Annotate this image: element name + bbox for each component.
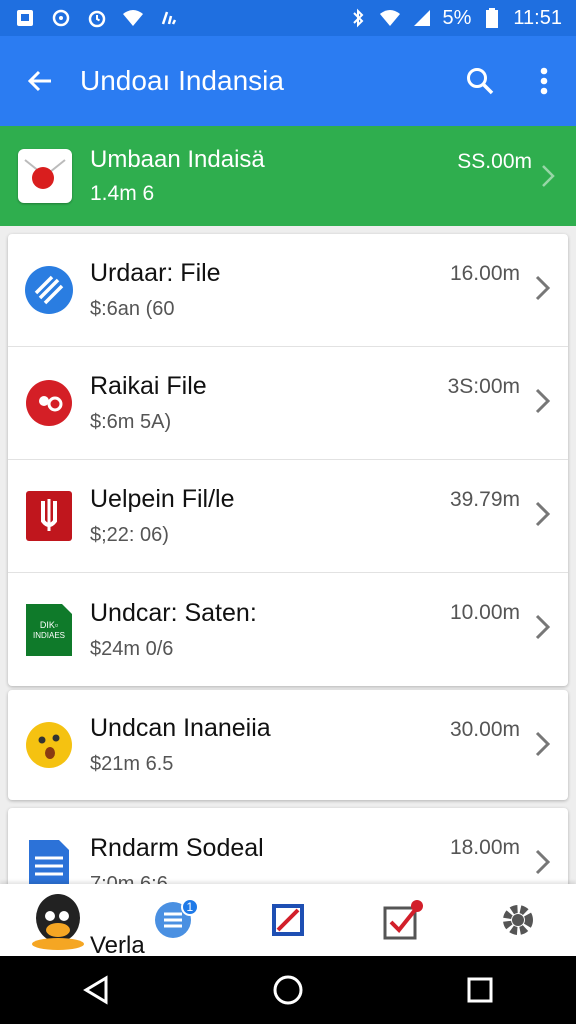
svg-text:INDIAES: INDIAES bbox=[33, 631, 65, 640]
document-icon bbox=[24, 839, 74, 890]
triangle-back-icon bbox=[83, 975, 108, 1005]
item-size: 3S:00m bbox=[447, 375, 520, 398]
nav-edit[interactable] bbox=[248, 884, 328, 956]
chevron-right-icon bbox=[535, 275, 551, 301]
system-back-button[interactable] bbox=[56, 956, 136, 1024]
square-recents-icon bbox=[467, 977, 493, 1003]
item-subtitle: $21m 6.5 bbox=[90, 753, 174, 775]
item-title: Rndarm Sodeal bbox=[90, 833, 264, 862]
pdf-icon bbox=[24, 491, 74, 541]
list-item[interactable]: DIK▫ INDIAES Undcar: Saten: $24m 0/6 10.0… bbox=[8, 573, 568, 686]
circle-home-icon bbox=[273, 975, 303, 1005]
mail-icon bbox=[18, 149, 72, 203]
system-recents-button[interactable] bbox=[440, 956, 520, 1024]
more-options-button[interactable] bbox=[512, 36, 576, 126]
back-arrow-icon bbox=[27, 70, 51, 92]
file-list-card: Undcan Inaneiia $21m 6.5 30.00m bbox=[8, 690, 568, 800]
more-vert-icon bbox=[540, 67, 548, 95]
record-icon bbox=[24, 378, 74, 428]
file-list-card: Urdaar: File $:6an (60 16.00m Raikai Fil… bbox=[8, 234, 568, 686]
bluetooth-icon bbox=[347, 7, 369, 29]
wifi-icon bbox=[122, 7, 144, 29]
signal-icon bbox=[158, 7, 180, 29]
item-subtitle: $24m 0/6 bbox=[90, 637, 174, 660]
nav-profile[interactable] bbox=[18, 884, 98, 956]
square-icon bbox=[14, 7, 36, 29]
back-button[interactable] bbox=[0, 36, 80, 126]
item-subtitle: $;22: 06) bbox=[90, 524, 169, 546]
search-icon bbox=[467, 68, 494, 95]
system-navigation bbox=[0, 956, 576, 1024]
alarm-icon bbox=[86, 7, 108, 29]
item-size: SS.00m bbox=[457, 150, 532, 173]
nav-settings[interactable] bbox=[478, 884, 558, 956]
item-subtitle: 1.4m 6 bbox=[90, 182, 155, 205]
svg-text:DIK▫: DIK▫ bbox=[40, 620, 58, 630]
chevron-right-icon bbox=[535, 849, 551, 875]
avatar-icon bbox=[31, 894, 84, 950]
system-home-button[interactable] bbox=[248, 956, 328, 1024]
highlighted-item[interactable]: Umbaan Indaisä 1.4m 6 SS.00m bbox=[0, 126, 576, 226]
item-size: 18.00m bbox=[449, 836, 520, 859]
item-title: Uelpein Fil/le bbox=[90, 485, 235, 513]
chevron-right-icon bbox=[535, 614, 551, 640]
item-size: 39.79m bbox=[449, 488, 520, 511]
page-title: Undoaı Indansia bbox=[80, 65, 284, 96]
battery-icon bbox=[481, 7, 503, 29]
list-item[interactable]: Undcan Inaneiia $21m 6.5 30.00m bbox=[8, 690, 568, 800]
item-subtitle: $:6an (60 bbox=[90, 298, 175, 320]
stripes-icon bbox=[24, 265, 74, 315]
item-size: 30.00m bbox=[449, 718, 520, 741]
chevron-right-icon bbox=[535, 501, 551, 527]
chevron-right-icon bbox=[542, 165, 555, 187]
app-bar: Undoaı Indansia bbox=[0, 36, 576, 126]
nav-tasks[interactable] bbox=[363, 884, 443, 956]
item-title: Raikai File bbox=[90, 372, 207, 400]
check-icon bbox=[383, 900, 424, 940]
list-item[interactable]: Urdaar: File $:6an (60 16.00m bbox=[8, 234, 568, 347]
bottom-navigation: 1 bbox=[0, 884, 576, 956]
notification-badge: 1 bbox=[180, 898, 199, 916]
clock: 11:51 bbox=[513, 6, 562, 29]
settings-icon bbox=[503, 905, 534, 935]
item-title: Umbaan Indaisä bbox=[90, 146, 265, 173]
item-subtitle: $:6m 5A) bbox=[90, 411, 172, 433]
doc-green-icon: DIK▫ INDIAES bbox=[24, 603, 74, 656]
list-item[interactable]: Raikai File $:6m 5A) 3S:00m bbox=[8, 347, 568, 460]
item-size: 10.00m bbox=[449, 601, 520, 624]
cell-signal-icon bbox=[411, 7, 433, 29]
item-title: Urdaar: File bbox=[90, 259, 221, 287]
item-title: Undcan Inaneiia bbox=[90, 714, 271, 742]
item-title: Undcar: Saten: bbox=[90, 598, 257, 627]
chevron-right-icon bbox=[535, 731, 551, 757]
sync-icon bbox=[50, 7, 72, 29]
chevron-right-icon bbox=[535, 388, 551, 414]
emoji-icon bbox=[24, 720, 74, 770]
item-size: 16.00m bbox=[449, 262, 520, 285]
status-bar: 5% 11:51 bbox=[0, 0, 576, 36]
battery-percent: 5% bbox=[442, 6, 472, 29]
list-item[interactable]: Uelpein Fil/le $;22: 06) 39.79m bbox=[8, 460, 568, 573]
search-button[interactable] bbox=[448, 36, 512, 126]
wifi-icon bbox=[379, 7, 401, 29]
edit-icon bbox=[271, 904, 304, 936]
